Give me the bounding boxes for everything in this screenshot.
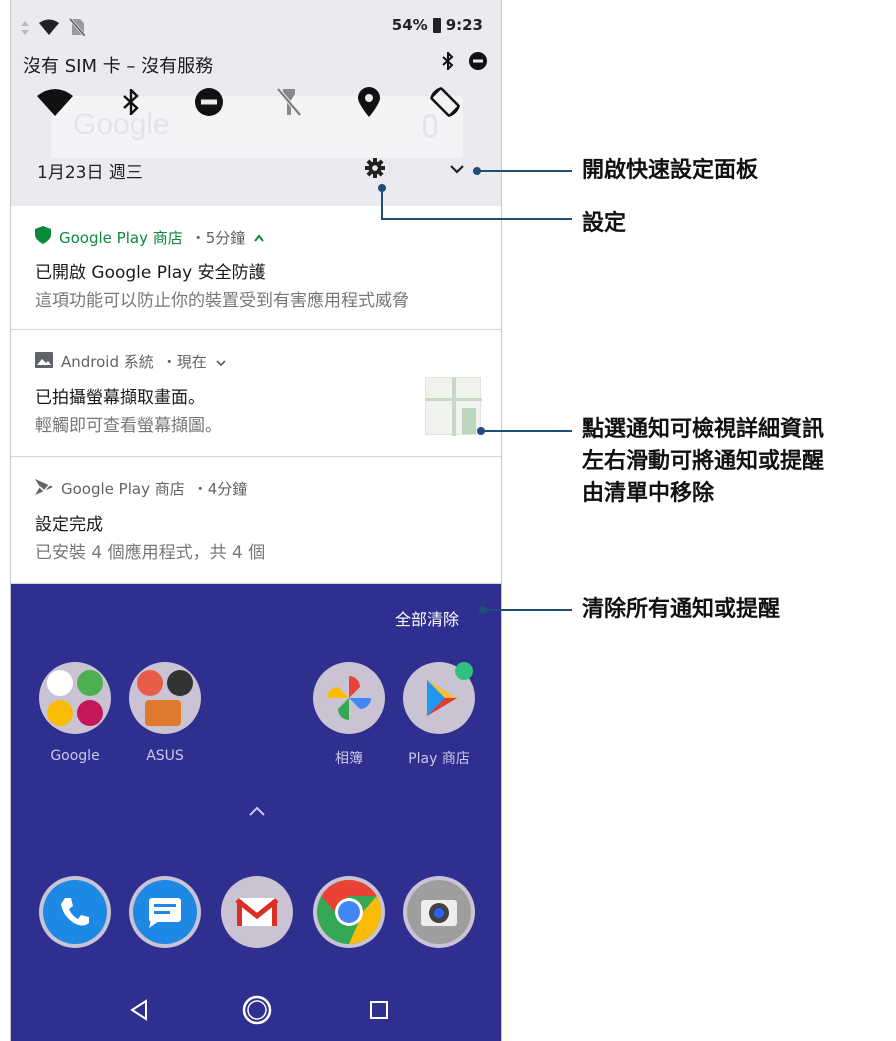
callout-expand: 開啟快速設定面板 (582, 158, 759, 183)
notification-time: ・現在 (161, 353, 207, 371)
location-icon[interactable] (349, 84, 389, 120)
phone-screen: Google 54% 9:23 沒有 SIM 卡 – 沒有服務 1月23日 週三… (10, 0, 502, 1041)
callout-line-clear (483, 609, 572, 611)
date-row: 1月23日 週三 (37, 158, 487, 186)
dnd-status-icon (469, 52, 487, 75)
bluetooth-icon[interactable] (111, 84, 151, 120)
notification-screenshot[interactable]: Android 系統 ・現在 已拍攝螢幕擷取畫面。 輕觸即可查看螢幕擷圖。 (11, 331, 501, 457)
app-label-photos: 相簿 (335, 751, 363, 767)
notification-badge (455, 662, 473, 680)
do-not-disturb-icon[interactable] (189, 84, 229, 120)
battery-percent: 54% (391, 16, 428, 34)
app-label-asus: ASUS (146, 748, 184, 764)
callout-notification-line1: 點選通知可檢視詳細資訊 (582, 417, 825, 442)
notification-play-protect[interactable]: Google Play 商店 ・5分鐘 已開啟 Google Play 安全防護… (11, 206, 501, 330)
notification-text: 已安裝 4 個應用程式，共 4 個 (35, 543, 266, 563)
expand-chevron-icon[interactable] (449, 160, 465, 180)
flashlight-off-icon[interactable] (269, 84, 309, 120)
callout-line-expand (477, 170, 572, 172)
battery-icon (432, 17, 441, 33)
notification-setup-complete[interactable]: Google Play 商店 ・4分鐘 設定完成 已安裝 4 個應用程式，共 4… (11, 458, 501, 584)
expand-notification-chevron-icon[interactable] (215, 353, 227, 371)
shield-icon (35, 226, 51, 248)
gmail-icon[interactable] (221, 876, 293, 948)
screenshot-thumbnail[interactable] (425, 377, 482, 436)
notification-text: 輕觸即可查看螢幕擷圖。 (35, 416, 222, 436)
app-drawer-arrow-icon[interactable] (247, 802, 267, 821)
carrier-row: 沒有 SIM 卡 – 沒有服務 (23, 50, 493, 78)
callout-settings: 設定 (582, 211, 627, 236)
carrier-text: 沒有 SIM 卡 – 沒有服務 (23, 56, 214, 77)
photos-icon[interactable] (313, 662, 385, 734)
no-sim-icon (68, 18, 87, 40)
recents-icon[interactable] (359, 990, 399, 1030)
callout-notification-line2: 左右滑動可將通知或提醒 (582, 449, 825, 474)
notification-app-name: Google Play 商店 (59, 228, 183, 247)
wifi-status-icon (39, 19, 59, 39)
google-folder-icon[interactable] (39, 662, 111, 734)
signal-updown-icon (21, 20, 29, 39)
clear-all-button[interactable]: 全部清除 (395, 606, 459, 630)
play-store-flag-icon (35, 478, 53, 499)
app-label-google: Google (50, 748, 100, 764)
callout-clear: 清除所有通知或提醒 (582, 597, 781, 622)
bluetooth-status-icon (441, 50, 455, 75)
chrome-icon[interactable] (313, 876, 385, 948)
back-icon[interactable] (119, 990, 159, 1030)
navigation-bar (11, 980, 501, 1041)
settings-gear-icon[interactable] (365, 158, 385, 183)
clock: 9:23 (445, 16, 483, 34)
app-label-play-store: Play 商店 (408, 751, 470, 767)
home-screen: 全部清除 Google ASUS 相簿 Play 商店 (11, 584, 501, 1041)
asus-folder-icon[interactable] (129, 662, 201, 734)
date-text: 1月23日 週三 (37, 163, 143, 183)
notification-app-name: Google Play 商店 (61, 480, 185, 498)
image-icon (35, 351, 53, 372)
collapse-chevron-icon[interactable] (253, 228, 265, 246)
camera-icon[interactable] (403, 876, 475, 948)
notification-title: 已拍攝螢幕擷取畫面。 (35, 388, 205, 408)
callout-line-notification (481, 430, 572, 432)
messages-icon[interactable] (129, 876, 201, 948)
notification-time: ・4分鐘 (192, 480, 248, 498)
callout-notification: 點選通知可檢視詳細資訊 左右滑動可將通知或提醒 由清單中移除 (582, 414, 824, 510)
callout-line-settings (381, 218, 572, 220)
callout-notification-line3: 由清單中移除 (582, 481, 715, 506)
phone-icon[interactable] (39, 876, 111, 948)
auto-rotate-icon[interactable] (425, 84, 465, 120)
wifi-icon[interactable] (35, 84, 75, 120)
quick-settings-shade: Google 54% 9:23 沒有 SIM 卡 – 沒有服務 1月23日 週三 (11, 0, 501, 206)
notification-title: 已開啟 Google Play 安全防護 (35, 263, 266, 283)
home-icon[interactable] (237, 990, 277, 1030)
callout-vline-settings (381, 188, 383, 220)
notification-title: 設定完成 (35, 515, 103, 535)
quick-settings-row (11, 84, 501, 120)
notification-app-name: Android 系統 (61, 353, 154, 371)
notification-text: 這項功能可以防止你的裝置受到有害應用程式威脅 (35, 291, 409, 311)
notification-time: ・5分鐘 (190, 228, 246, 247)
status-bar: 54% 9:23 (11, 14, 501, 44)
